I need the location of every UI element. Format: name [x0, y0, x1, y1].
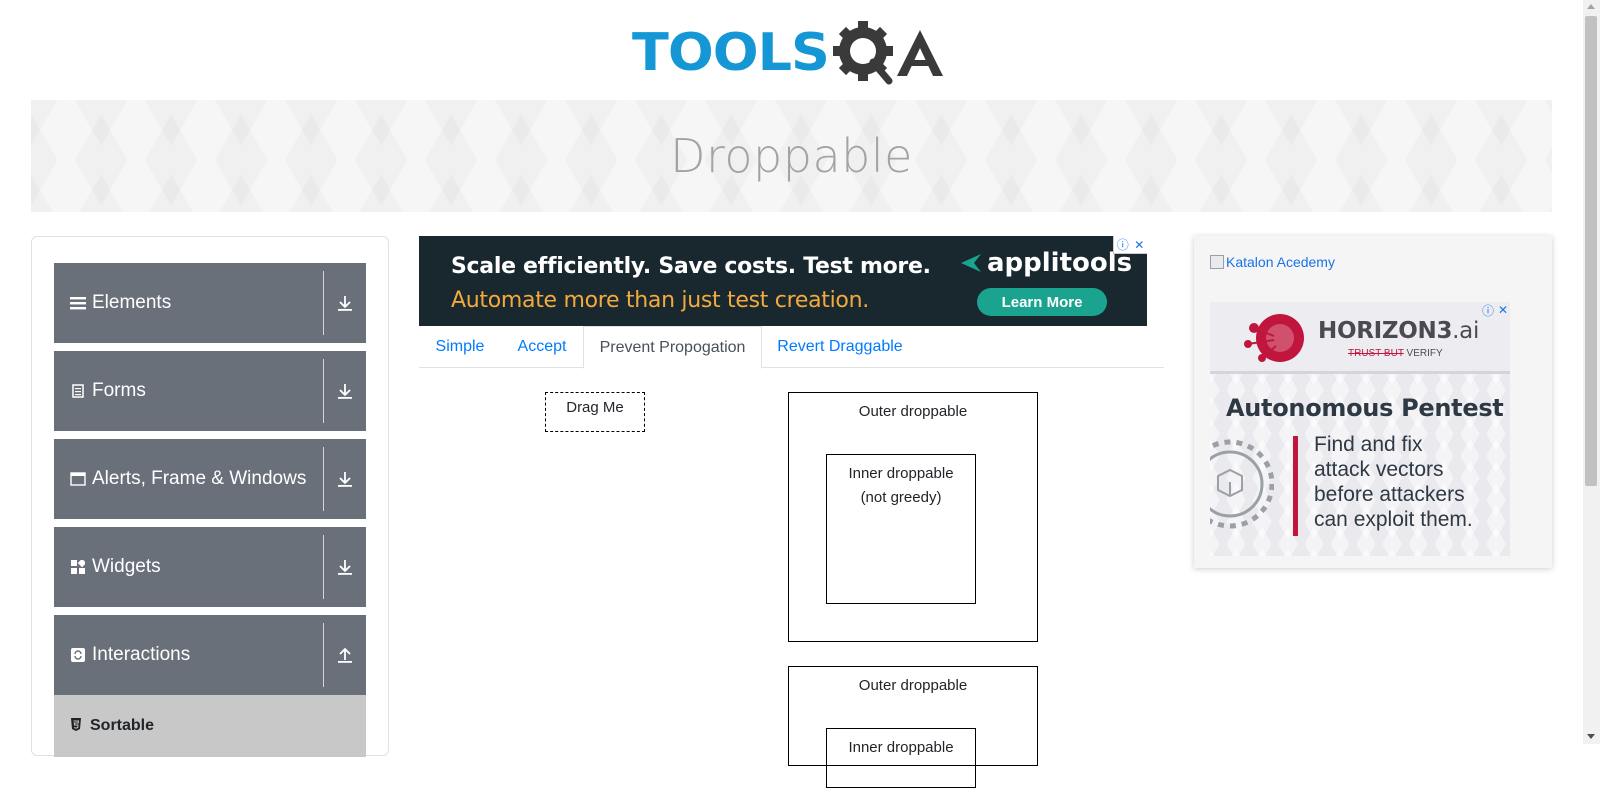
- download-icon[interactable]: [324, 470, 366, 488]
- outer-droppable-label: Outer droppable: [858, 677, 968, 694]
- download-icon[interactable]: [324, 558, 366, 576]
- html5-icon: [70, 718, 84, 734]
- tab-accept[interactable]: Accept: [501, 326, 583, 368]
- inner-droppable-sublabel: (not greedy): [860, 489, 942, 506]
- sidebar-group-label: Elements: [92, 292, 172, 313]
- sidebar-group-alerts[interactable]: Alerts, Frame & Windows: [54, 439, 366, 519]
- scrollbar-thumb[interactable]: [1585, 16, 1597, 486]
- sidebar-group-interactions[interactable]: Interactions: [54, 615, 366, 695]
- page-title: Droppable: [670, 129, 913, 183]
- sidebar-group-label: Forms: [92, 380, 146, 401]
- image-alt-text: Katalon Acedemy: [1226, 254, 1335, 270]
- ad-choices[interactable]: ⓘ ✕: [1480, 302, 1510, 318]
- accent-bar: [1293, 436, 1298, 536]
- ad-headline: Autonomous Pentest: [1226, 394, 1504, 422]
- applitools-icon: [961, 254, 981, 272]
- gear-cube-icon: [1210, 439, 1274, 529]
- sidebar-group-label: Interactions: [92, 644, 191, 665]
- vertical-scrollbar[interactable]: [1583, 0, 1600, 744]
- ad-header: HORIZON3.ai TRUST BUT VERIFY: [1210, 302, 1510, 374]
- logo-a-icon: [896, 30, 943, 76]
- toolsqa-logo[interactable]: TOOLS: [632, 14, 954, 92]
- horizon3-brand: HORIZON3.ai: [1318, 318, 1480, 344]
- download-icon[interactable]: [324, 382, 366, 400]
- tab-simple[interactable]: Simple: [419, 326, 501, 368]
- katalon-academy-image[interactable]: Katalon Acedemy: [1210, 254, 1335, 270]
- ad-choices[interactable]: ⓘ ✕: [1113, 236, 1147, 254]
- sidebar-group-label: Alerts, Frame & Windows: [92, 468, 307, 489]
- tab-revert-draggable[interactable]: Revert Draggable: [762, 326, 918, 368]
- sidebar-group-elements[interactable]: Elements: [54, 263, 366, 343]
- gear-magnifier-icon: [832, 21, 893, 85]
- sidebar-group-forms[interactable]: Forms: [54, 351, 366, 431]
- horizon3-logo-icon: [1244, 314, 1304, 362]
- learn-more-button[interactable]: Learn More: [977, 288, 1107, 316]
- ad-banner[interactable]: Scale efficiently. Save costs. Test more…: [419, 236, 1147, 326]
- document-icon: [70, 383, 86, 399]
- ad-brand: applitools: [959, 248, 1132, 278]
- side-ad: Katalon Acedemy HORIZON3.ai TRUST BUT VE…: [1194, 236, 1552, 568]
- inner-droppable[interactable]: Inner droppable (not greedy): [826, 454, 976, 604]
- inner-droppable-label: Inner droppable: [848, 739, 954, 756]
- broken-image-icon: [1210, 255, 1224, 269]
- interactions-icon: [70, 647, 86, 663]
- scroll-up-icon[interactable]: [1587, 4, 1595, 9]
- window-icon: [70, 471, 86, 487]
- inner-droppable-label: Inner droppable: [848, 465, 954, 482]
- horizon3-tagline: TRUST BUT VERIFY: [1348, 348, 1443, 359]
- info-icon[interactable]: ⓘ: [1117, 236, 1129, 253]
- sidebar-item-sortable[interactable]: Sortable: [54, 695, 366, 757]
- ad-body: Find and fix attack vectors before attac…: [1314, 433, 1473, 531]
- outer-droppable-label: Outer droppable: [858, 403, 968, 420]
- download-icon[interactable]: [324, 294, 366, 312]
- upload-icon[interactable]: [324, 646, 366, 664]
- inner-droppable-greedy[interactable]: Inner droppable: [826, 728, 976, 788]
- list-icon: [70, 295, 86, 311]
- logo-text: TOOLS: [632, 22, 830, 83]
- ad-subheadline: Automate more than just test creation.: [451, 288, 869, 313]
- drag-label: Drag Me: [566, 399, 624, 416]
- sidebar-group-widgets[interactable]: Widgets: [54, 527, 366, 607]
- sidebar: Elements Forms Alerts, Frame & Windows W…: [31, 236, 389, 757]
- horizon3-ad[interactable]: HORIZON3.ai TRUST BUT VERIFY Autonomous …: [1210, 302, 1510, 556]
- ad-headline: Scale efficiently. Save costs. Test more…: [451, 254, 931, 279]
- info-icon[interactable]: ⓘ: [1482, 302, 1494, 319]
- close-icon[interactable]: ✕: [1134, 238, 1144, 252]
- tab-bar: Simple Accept Prevent Propogation Revert…: [419, 326, 1164, 369]
- outer-droppable[interactable]: Outer droppable Inner droppable (not gre…: [788, 392, 1038, 642]
- outer-droppable-greedy[interactable]: Outer droppable Inner droppable: [788, 666, 1038, 788]
- page-banner: Droppable: [31, 100, 1552, 212]
- close-icon[interactable]: ✕: [1498, 303, 1508, 317]
- tab-prevent-propogation[interactable]: Prevent Propogation: [583, 326, 762, 369]
- scroll-down-icon[interactable]: [1587, 734, 1595, 739]
- sidebar-group-label: Widgets: [92, 556, 161, 577]
- widgets-icon: [70, 559, 86, 575]
- drag-box[interactable]: Drag Me: [545, 392, 645, 432]
- ad-brand-label: applitools: [987, 248, 1133, 278]
- sidebar-item-label: Sortable: [90, 717, 155, 734]
